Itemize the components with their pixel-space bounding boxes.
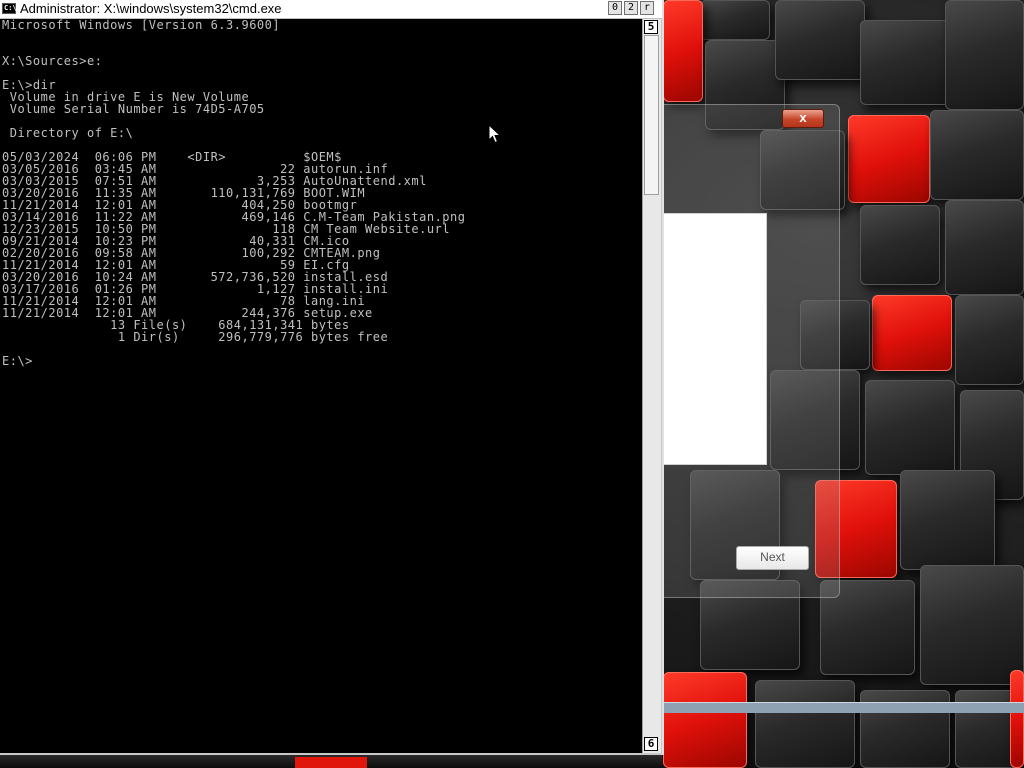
mouse-pointer-icon <box>488 124 502 144</box>
close-button[interactable]: r <box>640 1 654 15</box>
console-line: Directory of E:\ <box>2 126 134 140</box>
scroll-up-button[interactable]: 5 <box>644 20 658 34</box>
background-cube <box>860 20 950 105</box>
background-cube <box>700 0 770 40</box>
console-line: X:\Sources>e: <box>2 54 103 68</box>
background-cube-red <box>663 0 703 102</box>
background-cube-red <box>295 757 367 768</box>
background-cube <box>775 0 865 80</box>
background-cube-red <box>872 295 952 371</box>
cmd-window: C:\ Administrator: X:\windows\system32\c… <box>0 0 664 755</box>
console-line: 1 Dir(s) 296,779,776 bytes free <box>2 330 389 344</box>
cmd-icon[interactable]: C:\ <box>2 3 17 14</box>
background-cube <box>865 380 955 475</box>
background-cube <box>955 295 1024 385</box>
scroll-down-button[interactable]: 6 <box>644 737 658 751</box>
background-cube-red <box>1010 670 1024 768</box>
title-bar[interactable]: C:\ Administrator: X:\windows\system32\c… <box>0 0 662 19</box>
background-cube-red <box>848 115 930 203</box>
background-cube <box>930 110 1024 200</box>
background-cube <box>920 565 1024 685</box>
minimize-button[interactable]: 0 <box>608 1 622 15</box>
background-cube <box>945 0 1024 110</box>
setup-close-button[interactable]: x <box>782 109 824 128</box>
background-cube-red <box>663 672 747 768</box>
maximize-button[interactable]: 2 <box>624 1 638 15</box>
next-button[interactable]: Next <box>736 546 809 570</box>
background-cube <box>900 470 995 570</box>
console-line: Volume Serial Number is 74D5-A705 <box>2 102 265 116</box>
vertical-scrollbar[interactable]: 5 6 <box>642 19 661 753</box>
console-text: Microsoft Windows [Version 6.3.9600] X:\… <box>0 19 642 367</box>
window-title: Administrator: X:\windows\system32\cmd.e… <box>20 1 282 16</box>
close-icon: x <box>799 110 807 125</box>
background-cube <box>860 205 940 285</box>
console-line: Microsoft Windows [Version 6.3.9600] <box>2 19 281 32</box>
console-output[interactable]: Microsoft Windows [Version 6.3.9600] X:\… <box>0 19 642 753</box>
scroll-thumb[interactable] <box>644 35 659 195</box>
console-line: E:\> <box>2 354 33 368</box>
background-cube <box>945 200 1024 295</box>
taskbar-strip <box>664 702 1024 713</box>
background-cube <box>755 680 855 768</box>
